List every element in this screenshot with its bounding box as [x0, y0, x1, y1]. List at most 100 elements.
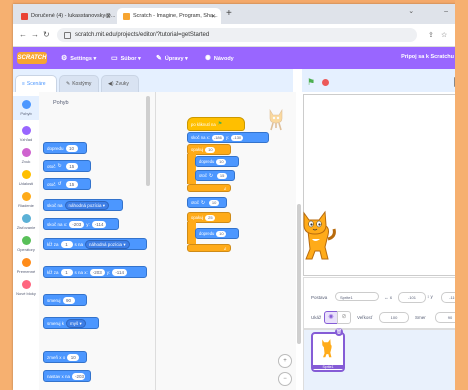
url-text: scratch.mit.edu/projects/editor/?tutoria… [75, 32, 210, 38]
desktop-background [0, 0, 13, 390]
menu-file[interactable]: ▭ Súbor ▾ [111, 54, 141, 62]
green-flag-icon: ⚑ [217, 121, 223, 127]
file-icon: ▭ [111, 55, 118, 62]
block-change-x[interactable]: zmeň x o 10 [43, 351, 87, 363]
menu-settings[interactable]: ⚙ Settings ▾ [61, 54, 96, 62]
operators-dot-icon [21, 236, 31, 245]
lock-icon [64, 32, 71, 39]
zoom-out-icon[interactable]: − [278, 372, 292, 386]
close-icon[interactable]: ✕ [106, 13, 111, 20]
category-sensing[interactable]: Zisťovanie [13, 214, 39, 230]
script-turn[interactable]: otoč ↻ 15 [195, 170, 235, 181]
window-controls[interactable]: ⌄ – [408, 7, 462, 15]
block-glide-xy[interactable]: kĺž za 1 s na x: -203 y: -114 [43, 266, 147, 278]
rotate-right-icon: ↻ [200, 199, 206, 206]
reload-icon[interactable]: ↻ [43, 30, 50, 39]
x-field[interactable]: -101 [398, 292, 426, 303]
show-hidden-button[interactable]: ⊘ [337, 311, 351, 324]
script-move-steps-2[interactable]: dopredu 10 [195, 228, 239, 239]
tab-sounds[interactable]: ◀) Zvuky [101, 75, 139, 92]
block-turn-right[interactable]: otoč ↻ 15 [43, 160, 91, 172]
brush-icon: ✎ [66, 81, 71, 87]
zoom-in-icon[interactable]: + [278, 354, 292, 368]
sprite-name-field[interactable]: Sprite1 [335, 292, 379, 301]
tab-bar: Doručené (4) - lukasstanovsky@... ✕ Scra… [13, 4, 468, 24]
repeat-1-foot: ↲ [187, 184, 231, 192]
rotate-right-icon: ↻ [57, 163, 62, 169]
new-tab-button[interactable]: + [226, 8, 232, 19]
delete-sprite-icon[interactable]: 🗑 [335, 328, 343, 336]
palette-scrollbar[interactable] [146, 96, 150, 186]
globe-icon: ⚙ [61, 55, 68, 62]
y-label: ↕ y [427, 294, 433, 299]
cat-sprite[interactable] [300, 209, 338, 261]
scratch-favicon-icon [123, 12, 130, 20]
sensing-dot-icon [21, 214, 31, 223]
rotate-right-icon: ↻ [208, 172, 214, 179]
category-variables[interactable]: Premenné [13, 258, 39, 274]
tab-code[interactable]: ≡ Scenáre [15, 75, 57, 92]
block-point-towards[interactable]: smeruj k myš ▾ [43, 317, 99, 329]
x-label: ↔ x [384, 295, 393, 300]
category-motion[interactable]: Pohyb [13, 96, 39, 120]
tab-label: Scratch - Imagine, Program, Sha... [133, 13, 218, 19]
desktop-background-right [455, 0, 468, 390]
tab-gmail[interactable]: Doručené (4) - lukasstanovsky@... ✕ [15, 8, 116, 24]
category-control[interactable]: Riadenie [13, 192, 39, 208]
category-sound[interactable]: Zvuk [13, 148, 39, 164]
category-my-blocks[interactable]: Nové bloky [13, 280, 39, 296]
events-dot-icon [21, 170, 31, 179]
menu-tutorials[interactable]: ✺ Návody [205, 54, 234, 62]
script-move-steps[interactable]: dopredu 10 [195, 156, 239, 167]
sprite-watermark-icon [269, 108, 283, 131]
menu-edit[interactable]: ✎ Úpravy ▾ [156, 54, 188, 62]
gmail-icon [21, 12, 28, 20]
cat-thumb-icon [322, 339, 332, 358]
block-glide-random[interactable]: kĺž za 1 s na náhodná pozícia ▾ [43, 238, 147, 250]
tab-scratch[interactable]: Scratch - Imagine, Program, Sha... ✕ [117, 8, 221, 24]
loop-arrow-icon: ↲ [223, 185, 227, 191]
scratch-menu-bar: SCRATCH ⚙ Settings ▾ ▭ Súbor ▾ ✎ Úpravy ▾ ✺… [13, 47, 468, 69]
sprite-name-label: Postava [311, 295, 328, 300]
share-icon[interactable]: ⇪ [428, 31, 434, 39]
stop-button[interactable] [322, 79, 329, 86]
star-icon[interactable]: ☆ [441, 31, 447, 39]
forward-icon[interactable]: → [31, 30, 39, 39]
address-bar-row: ← → ↻ scratch.mit.edu/projects/editor/?t… [13, 24, 468, 47]
size-field[interactable]: 100 [379, 312, 409, 323]
sprite-thumb-name: Sprite1 [313, 365, 343, 369]
rotate-left-icon: ↺ [57, 181, 62, 187]
loop-arrow-icon: ↲ [223, 245, 227, 251]
block-point-direction[interactable]: smeruj 90 [43, 294, 87, 306]
lightbulb-icon: ✺ [205, 55, 211, 62]
block-turn-left[interactable]: otoč ↺ 15 [43, 178, 91, 190]
back-icon[interactable]: ← [19, 30, 27, 39]
show-visible-button[interactable]: ◉ [324, 311, 338, 324]
category-operators[interactable]: Operátory [13, 236, 39, 252]
url-field[interactable]: scratch.mit.edu/projects/editor/?tutoria… [57, 28, 417, 42]
direction-label: Smer [415, 315, 426, 320]
block-move-steps[interactable]: dopredu 10 [43, 142, 87, 154]
block-set-x[interactable]: nastav x na -203 [43, 370, 91, 382]
green-flag-button[interactable]: ⚑ [307, 77, 315, 88]
size-label: Veľkosť [357, 315, 373, 320]
sprite-thumbnail[interactable]: Sprite1 [311, 332, 345, 372]
editor-tab-bar: ≡ Scenáre ✎ Kostýmy ◀) Zvuky [13, 69, 293, 92]
speaker-icon: ◀) [108, 81, 114, 87]
block-go-to-random[interactable]: skoč na náhodná pozícia ▾ [43, 199, 123, 211]
category-menu: Pohyb Vzhľad Zvuk Udalosti Riadenie Zisť… [13, 92, 40, 390]
category-looks[interactable]: Vzhľad [13, 126, 39, 142]
show-label: Ukáž [311, 315, 322, 320]
scratch-logo[interactable]: SCRATCH [17, 52, 47, 64]
script-go-to-xy[interactable]: skoč na x: -186 y: -130 [187, 132, 269, 143]
close-icon[interactable]: ✕ [211, 13, 216, 20]
category-events[interactable]: Udalosti [13, 170, 39, 186]
script-turn-2[interactable]: otoč ↻ 10 [187, 197, 227, 208]
join-scratch-link[interactable]: Pripoj sa k Scratchu [401, 54, 454, 60]
tab-costumes[interactable]: ✎ Kostýmy [59, 75, 99, 92]
variables-dot-icon [21, 258, 31, 267]
block-go-to-xy[interactable]: skoč na x: -203 y: -114 [43, 218, 119, 230]
hat-when-flag-clicked[interactable]: po kliknutí na ⚑ [187, 117, 245, 131]
sound-dot-icon [21, 148, 31, 157]
motion-dot-icon [21, 100, 31, 109]
